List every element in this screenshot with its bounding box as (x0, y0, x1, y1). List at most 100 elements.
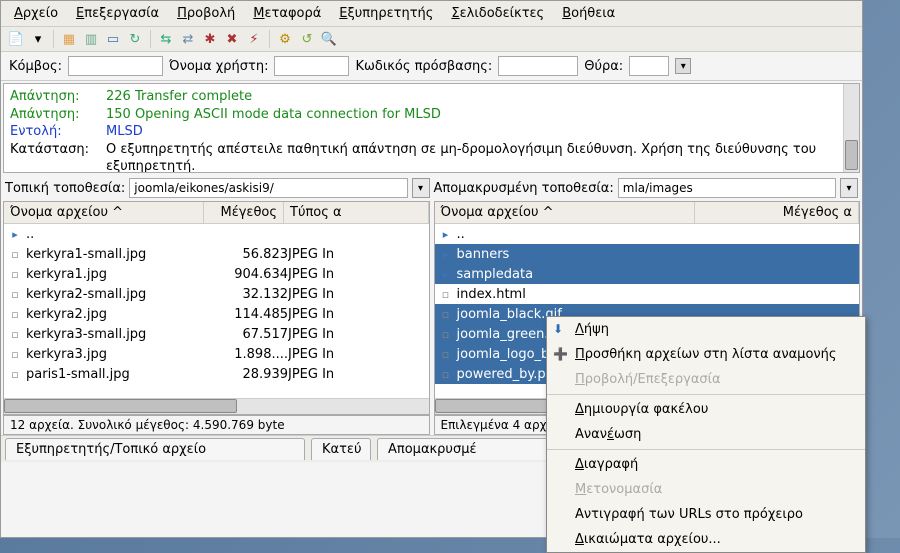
table-row[interactable]: ▸sampledata (435, 264, 860, 284)
cancel-icon[interactable]: ✖ (223, 30, 241, 48)
menu-αρχείο[interactable]: Αρχείο (5, 3, 67, 24)
file-name: index.html (457, 287, 526, 302)
dropdown-icon[interactable]: ▾ (29, 30, 47, 48)
context--[interactable]: Δημιουργία φακέλου (547, 397, 865, 422)
file-size: 67.517 (208, 327, 288, 342)
table-row[interactable]: ▫kerkyra2.jpg114.485JPEG In (4, 304, 429, 324)
site-manager-icon[interactable]: 📄 (7, 30, 25, 48)
local-path-input[interactable] (129, 178, 407, 198)
local-status: 12 αρχεία. Συνολικό μέγεθος: 4.590.769 b… (3, 415, 430, 435)
refresh-icon[interactable]: ↻ (126, 30, 144, 48)
local-hscroll[interactable] (4, 398, 429, 414)
file-type: JPEG In (288, 267, 425, 282)
page-icon[interactable]: ▦ (60, 30, 78, 48)
folder-icon[interactable]: ▭ (104, 30, 122, 48)
filter-icon[interactable]: ✱ (201, 30, 219, 48)
table-row[interactable]: ▫paris1-small.jpg28.939JPEG In (4, 364, 429, 384)
message-log[interactable]: Απάντηση:226 Transfer completeΑπάντηση:1… (3, 83, 860, 173)
menu-προβολή[interactable]: Προβολή (168, 3, 244, 24)
disconnect-icon[interactable]: ⚡ (245, 30, 263, 48)
toolbar: 📄 ▾ ▦ ▥ ▭ ↻ ⇆ ⇄ ✱ ✖ ⚡ ⚙ ↺ 🔍 (1, 27, 862, 52)
tree-icon[interactable]: ▥ (82, 30, 100, 48)
file-name: kerkyra3-small.jpg (26, 327, 146, 342)
context-menu: ⬇Λήψη➕Προσθήκη αρχείων στη λίστα αναμονή… (546, 316, 866, 553)
log-scrollbar[interactable] (843, 84, 859, 172)
quickconnect-dropdown[interactable]: ▾ (675, 58, 691, 74)
menu-βοήθεια[interactable]: Βοήθεια (553, 3, 624, 24)
table-row[interactable]: ▫kerkyra3-small.jpg67.517JPEG In (4, 324, 429, 344)
file-name: .. (457, 227, 465, 242)
table-row[interactable]: ▫ kerkyra1.jpg 904.634JPEG In (4, 264, 429, 284)
local-col-type[interactable]: Τύπος α (284, 202, 429, 223)
remote-path-label: Απομακρυσμένη τοποθεσία: (434, 181, 614, 196)
context--[interactable]: ⬇Λήψη (547, 317, 865, 342)
file-name: kerkyra2-small.jpg (26, 287, 146, 302)
host-label: Κόμβος: (9, 59, 62, 74)
file-icon: ▫ (8, 267, 22, 281)
table-row[interactable]: ▫index.html (435, 284, 860, 304)
folder-icon: ▸ (439, 247, 453, 261)
context--urls-[interactable]: Αντιγραφή των URLs στο πρόχειρο (547, 502, 865, 527)
context--[interactable]: Δικαιώματα αρχείου... (547, 527, 865, 552)
path-bar: Τοπική τοποθεσία: ▾ Απομακρυσμένη τοποθε… (1, 175, 862, 201)
context--[interactable]: Ανανέωση (547, 422, 865, 447)
process-icon[interactable]: ⚙ (276, 30, 294, 48)
file-name: kerkyra1-small.jpg (26, 247, 146, 262)
remote-path-input[interactable] (618, 178, 836, 198)
file-name: banners (457, 247, 510, 262)
file-icon: ▫ (8, 327, 22, 341)
menu-μεταφορά[interactable]: Μεταφορά (244, 3, 330, 24)
queue-tab-dir[interactable]: Κατεύ (311, 438, 371, 460)
local-file-list[interactable]: ▸..▫kerkyra1-small.jpg56.823JPEG In▫kerk… (4, 224, 429, 398)
file-size: 32.132 (208, 287, 288, 302)
context--[interactable]: Διαγραφή (547, 452, 865, 477)
menu-σελιδοδείκτες[interactable]: Σελιδοδείκτες (442, 3, 553, 24)
table-row[interactable]: ▫kerkyra1-small.jpg56.823JPEG In (4, 244, 429, 264)
up-icon: ▸ (439, 227, 453, 241)
file-type: JPEG In (288, 307, 425, 322)
file-type: JPEG In (288, 287, 425, 302)
menu-εξυπηρετητής[interactable]: Εξυπηρετητής (330, 3, 442, 24)
file-size: 904.634 (208, 267, 288, 282)
file-icon: ▫ (8, 347, 22, 361)
add-icon: ➕ (553, 347, 567, 361)
search-icon[interactable]: 🔍 (320, 30, 338, 48)
table-row[interactable]: ▫kerkyra3.jpg1.898....JPEG In (4, 344, 429, 364)
context--[interactable]: ➕Προσθήκη αρχείων στη λίστα αναμονής (547, 342, 865, 367)
port-input[interactable] (629, 56, 669, 76)
compare-icon[interactable]: ⇄ (179, 30, 197, 48)
remote-col-size[interactable]: Μέγεθος α (695, 202, 860, 223)
remote-path-dropdown[interactable]: ▾ (840, 178, 858, 198)
file-icon: ▫ (439, 307, 453, 321)
file-size: 114.485 (208, 307, 288, 322)
table-row[interactable]: ▸ banners (435, 244, 860, 264)
sync-icon[interactable]: ⇆ (157, 30, 175, 48)
pass-input[interactable] (498, 56, 578, 76)
host-input[interactable] (68, 56, 163, 76)
file-size: 28.939 (208, 367, 288, 382)
table-row[interactable]: ▸.. (435, 224, 860, 244)
file-icon: ▫ (439, 347, 453, 361)
file-name: kerkyra3.jpg (26, 347, 107, 362)
menu-επεξεργασία[interactable]: Επεξεργασία (67, 3, 168, 24)
file-name: kerkyra1.jpg (26, 267, 107, 282)
local-col-size[interactable]: Μέγεθος (204, 202, 284, 223)
table-row[interactable]: ▫kerkyra2-small.jpg32.132JPEG In (4, 284, 429, 304)
local-col-name[interactable]: Όνομα αρχείου ^ (4, 202, 204, 223)
log-line: Απάντηση:150 Opening ASCII mode data con… (10, 106, 853, 124)
file-icon: ▫ (439, 367, 453, 381)
download-icon: ⬇ (553, 322, 567, 336)
local-path-dropdown[interactable]: ▾ (412, 178, 430, 198)
user-input[interactable] (274, 56, 349, 76)
queue-tab-local[interactable]: Εξυπηρετητής/Τοπικό αρχείο (5, 438, 305, 460)
table-row[interactable]: ▸.. (4, 224, 429, 244)
context--: Προβολή/Επεξεργασία (547, 367, 865, 392)
reconnect-icon[interactable]: ↺ (298, 30, 316, 48)
remote-column-headers: Όνομα αρχείου ^ Μέγεθος α (435, 202, 860, 224)
remote-col-name[interactable]: Όνομα αρχείου ^ (435, 202, 695, 223)
file-size: 1.898.... (208, 347, 288, 362)
file-icon: ▫ (8, 247, 22, 261)
filezilla-window: ΑρχείοΕπεξεργασίαΠροβολήΜεταφοράΕξυπηρετ… (0, 0, 863, 538)
local-panel: Όνομα αρχείου ^ Μέγεθος Τύπος α ▸..▫kerk… (3, 201, 430, 415)
file-type: JPEG In (288, 247, 425, 262)
